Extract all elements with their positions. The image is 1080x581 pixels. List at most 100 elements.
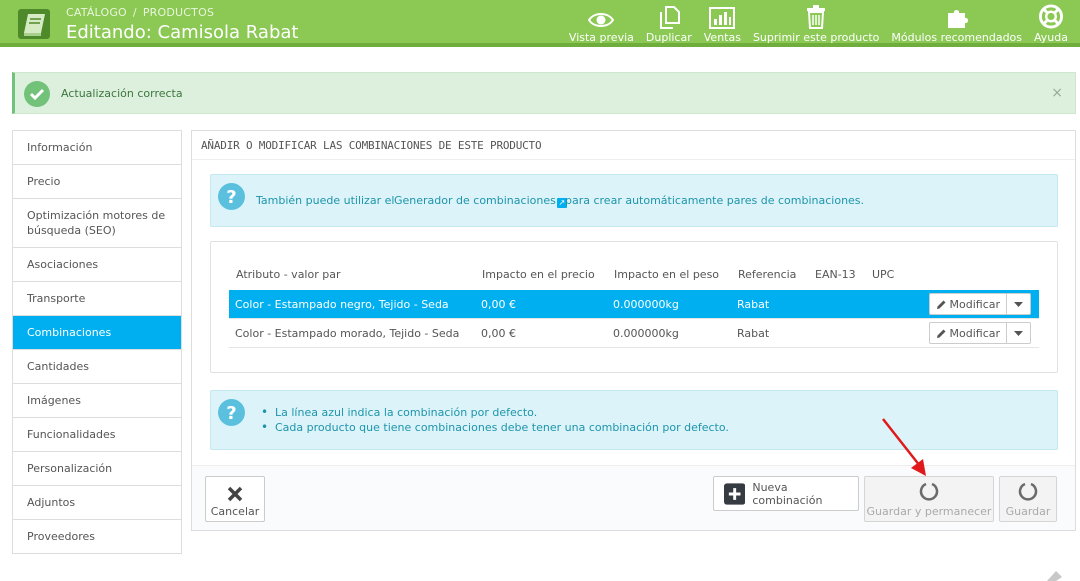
list-item: Cada producto que tiene combinaciones de…: [261, 420, 729, 434]
row-dropdown-toggle[interactable]: [1007, 293, 1031, 315]
caret-down-icon: [1014, 330, 1023, 336]
info-generator-box: ? También puede utilizar el Generador de…: [210, 174, 1058, 227]
cell-reference: Rabat: [737, 327, 770, 340]
svg-text:?: ?: [226, 403, 236, 424]
sales-label: Ventas: [703, 31, 741, 44]
preview-button[interactable]: Vista previa: [563, 4, 640, 44]
nav-item-personalizacion[interactable]: Personalización: [13, 452, 181, 486]
delete-product-label: Suprimir este producto: [752, 31, 880, 44]
combination-generator-link[interactable]: Generador de combinaciones ↗: [394, 194, 567, 208]
new-combination-label: Nueva combinación: [752, 480, 823, 507]
save-button[interactable]: Guardar: [999, 476, 1057, 522]
row-actions: Modificar: [928, 293, 1031, 315]
nav-item-proveedores[interactable]: Proveedores: [13, 520, 181, 553]
duplicate-label: Duplicar: [645, 31, 692, 44]
eye-icon: [588, 13, 615, 27]
delete-product-button[interactable]: Suprimir este producto: [747, 4, 885, 44]
plus-square-icon: [724, 482, 746, 505]
page-header: CATÁLOGO / PRODUCTOS Editando: Camisola Ra…: [0, 0, 1080, 47]
column-header-ean13: EAN-13: [815, 268, 856, 281]
cell-attribute: Color - Estampado morado, Tejido - Seda: [235, 327, 460, 340]
new-combination-button[interactable]: Nueva combinación: [713, 476, 859, 511]
recommended-modules-label: Módulos recomendados: [891, 31, 1023, 44]
copy-icon: [659, 6, 680, 29]
nav-item-combinaciones[interactable]: Combinaciones: [13, 316, 181, 350]
combination-generator-link-label: Generador de combinaciones: [394, 194, 556, 207]
combinations-table: Atributo - valor par Impacto en el preci…: [210, 241, 1058, 373]
cell-price: 0,00 €: [481, 327, 516, 340]
breadcrumb: CATÁLOGO / PRODUCTOS: [66, 6, 214, 19]
sales-button[interactable]: Ventas: [698, 4, 747, 44]
info-text-before: También puede utilizar el: [256, 194, 395, 207]
combinations-panel: AÑADIR O MODIFICAR LAS COMBINACIONES DE …: [191, 130, 1076, 531]
cell-price: 0,00 €: [481, 298, 516, 311]
question-icon: ?: [218, 399, 245, 426]
close-icon: [227, 486, 243, 502]
table-row[interactable]: Color - Estampado negro, Tejido - Seda 0…: [229, 290, 1039, 319]
nav-item-adjuntos[interactable]: Adjuntos: [13, 486, 181, 520]
nav-item-precio[interactable]: Precio: [13, 165, 181, 199]
modify-button[interactable]: Modificar: [928, 293, 1007, 315]
table-row[interactable]: Color - Estampado morado, Tejido - Seda …: [229, 319, 1039, 348]
pencil-icon: [936, 329, 945, 338]
list-item: La línea azul indica la combinación por …: [261, 405, 729, 419]
success-alert: Actualización correcta ×: [12, 72, 1076, 114]
modify-button[interactable]: Modificar: [928, 322, 1007, 344]
product-tabs-nav: Información Precio Optimización motores …: [12, 130, 182, 554]
nav-item-transporte[interactable]: Transporte: [13, 282, 181, 316]
loading-spinner-icon: [919, 482, 939, 501]
column-header-upc: UPC: [872, 268, 895, 281]
preview-label: Vista previa: [568, 31, 634, 44]
lifebuoy-icon: [1038, 4, 1064, 29]
breadcrumb-separator: /: [132, 6, 137, 19]
header-toolbar: Vista previa Duplicar Ventas Suprimir es…: [563, 4, 1074, 44]
row-dropdown-toggle[interactable]: [1007, 322, 1031, 344]
pencil-icon: [936, 300, 945, 309]
nav-item-funcionalidades[interactable]: Funcionalidades: [13, 418, 181, 452]
cancel-button[interactable]: Cancelar: [205, 476, 265, 522]
caret-down-icon: [1014, 301, 1023, 307]
info-default-box: ? La línea azul indica la combinación po…: [210, 390, 1058, 450]
alert-close-button[interactable]: ×: [1051, 85, 1063, 101]
modify-label: Modificar: [949, 297, 1001, 311]
save-and-stay-label: Guardar y permanecer: [866, 505, 992, 518]
annotation-arrow: [882, 418, 926, 476]
column-header-attribute: Atributo - valor par: [236, 268, 341, 281]
nav-item-informacion[interactable]: Información: [13, 131, 181, 165]
panel-heading-divider: [192, 159, 1075, 160]
loading-spinner-icon: [1018, 482, 1038, 501]
cell-reference: Rabat: [737, 298, 770, 311]
modify-label: Modificar: [949, 326, 1001, 340]
recommended-modules-button[interactable]: Módulos recomendados: [885, 4, 1028, 44]
corner-pencil-icon: [1047, 571, 1062, 581]
trash-icon: [807, 5, 826, 29]
column-header-price-impact: Impacto en el precio: [482, 268, 595, 281]
bar-chart-icon: [709, 7, 736, 29]
cell-weight: 0.000000kg: [613, 298, 679, 311]
page-title: Editando: Camisola Rabat: [66, 22, 299, 43]
cancel-label: Cancelar: [210, 505, 260, 518]
nav-item-cantidades[interactable]: Cantidades: [13, 350, 181, 384]
save-and-stay-button[interactable]: Guardar y permanecer: [864, 476, 994, 522]
help-button[interactable]: Ayuda: [1028, 4, 1074, 44]
panel-heading: AÑADIR O MODIFICAR LAS COMBINACIONES DE …: [201, 139, 542, 152]
save-label: Guardar: [1005, 505, 1051, 518]
breadcrumb-products[interactable]: PRODUCTOS: [143, 6, 214, 19]
help-label: Ayuda: [1034, 31, 1068, 44]
row-actions: Modificar: [928, 322, 1031, 344]
catalog-book-icon: [18, 9, 50, 39]
nav-item-seo[interactable]: Optimización motores de búsqueda (SEO): [13, 199, 181, 248]
nav-item-asociaciones[interactable]: Asociaciones: [13, 248, 181, 282]
breadcrumb-catalog[interactable]: CATÁLOGO: [66, 6, 127, 19]
nav-item-imagenes[interactable]: Imágenes: [13, 384, 181, 418]
duplicate-button[interactable]: Duplicar: [640, 4, 698, 44]
info-text-after: para crear automáticamente pares de comb…: [565, 194, 865, 207]
alert-message: Actualización correcta: [61, 87, 183, 100]
question-icon: ?: [218, 183, 245, 210]
check-circle-icon: [24, 81, 50, 107]
column-header-weight-impact: Impacto en el peso: [614, 268, 720, 281]
puzzle-icon: [947, 10, 968, 28]
svg-text:?: ?: [226, 187, 236, 208]
cell-attribute: Color - Estampado negro, Tejido - Seda: [235, 298, 449, 311]
panel-footer: Cancelar Nueva combinación Guardar y per…: [192, 465, 1075, 530]
